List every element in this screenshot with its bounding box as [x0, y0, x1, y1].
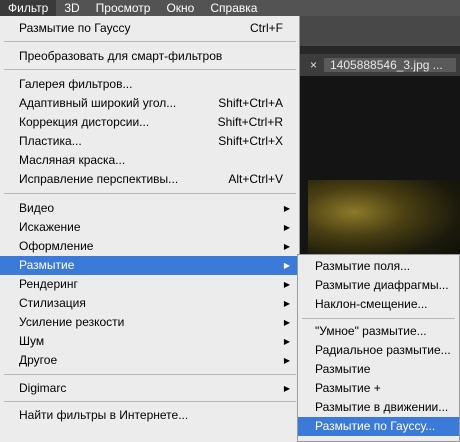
canvas-image	[308, 180, 460, 260]
menu-separator	[4, 401, 296, 402]
submenu-arrow-icon: ▶	[283, 299, 290, 308]
menu-item-label: Digimarc	[19, 381, 67, 395]
menubar-item-filter[interactable]: Фильтр	[0, 0, 57, 16]
menu-item-noise[interactable]: Шум ▶	[0, 332, 299, 351]
submenu-item-field-blur[interactable]: Размытие поля...	[298, 257, 459, 276]
menu-item-find-online[interactable]: Найти фильтры в Интернете...	[0, 406, 299, 425]
menu-separator	[302, 318, 455, 319]
menu-item-shortcut: Shift+Ctrl+R	[217, 115, 283, 129]
document-tab-title: 1405888546_3.jpg ...	[330, 58, 443, 72]
menu-item-shortcut: Shift+Ctrl+A	[218, 96, 283, 110]
close-icon[interactable]: ×	[310, 58, 317, 72]
menu-item-stylize[interactable]: Стилизация ▶	[0, 294, 299, 313]
menu-separator	[4, 69, 296, 70]
menu-item-label: Исправление перспективы...	[19, 172, 179, 186]
menu-item-label: Размытие по Гауссу	[19, 21, 131, 35]
menu-item-label: Найти фильтры в Интернете...	[19, 408, 189, 422]
menu-item-blur[interactable]: Размытие ▶	[0, 256, 299, 275]
menu-item-label: Оформление	[19, 239, 94, 253]
menu-item-digimarc[interactable]: Digimarc ▶	[0, 379, 299, 398]
menu-item-oil-paint[interactable]: Масляная краска...	[0, 151, 299, 170]
menubar-item-help[interactable]: Справка	[202, 0, 265, 16]
submenu-arrow-icon: ▶	[283, 280, 290, 289]
menu-item-other[interactable]: Другое ▶	[0, 351, 299, 370]
menu-separator	[4, 193, 296, 194]
menu-item-label: Размытие	[19, 258, 75, 272]
menu-item-shortcut: Ctrl+F	[250, 21, 283, 35]
menu-item-lens-correction[interactable]: Коррекция дисторсии... Shift+Ctrl+R	[0, 113, 299, 132]
submenu-arrow-icon: ▶	[283, 384, 290, 393]
menu-item-label: Шум	[19, 334, 45, 348]
menu-item-distort[interactable]: Искажение ▶	[0, 218, 299, 237]
document-tab-bar: × 1405888546_3.jpg ...	[300, 54, 460, 76]
menubar-item-view[interactable]: Просмотр	[88, 0, 159, 16]
submenu-item-gaussian-blur[interactable]: Размытие по Гауссу...	[298, 417, 459, 436]
submenu-arrow-icon: ▶	[283, 223, 290, 232]
submenu-item-smart-blur[interactable]: "Умное" размытие...	[298, 322, 459, 341]
submenu-item-motion-blur[interactable]: Размытие в движении...	[298, 398, 459, 417]
blur-submenu: Размытие поля... Размытие диафрагмы... Н…	[297, 254, 460, 442]
menu-item-label: Видео	[19, 201, 55, 215]
menu-item-label: Преобразовать для смарт-фильтров	[19, 49, 223, 63]
menu-item-video[interactable]: Видео ▶	[0, 199, 299, 218]
submenu-item-radial-blur[interactable]: Радиальное размытие...	[298, 341, 459, 360]
menu-item-stylize-design[interactable]: Оформление ▶	[0, 237, 299, 256]
menu-separator	[4, 41, 296, 42]
menu-item-label: Пластика...	[19, 134, 82, 148]
document-tab[interactable]: 1405888546_3.jpg ...	[324, 58, 456, 72]
submenu-arrow-icon: ▶	[283, 261, 290, 270]
menu-item-render[interactable]: Рендеринг ▶	[0, 275, 299, 294]
submenu-arrow-icon: ▶	[283, 318, 290, 327]
menu-item-label: Коррекция дисторсии...	[19, 115, 150, 129]
submenu-arrow-icon: ▶	[283, 356, 290, 365]
options-bar	[300, 16, 460, 46]
menu-item-vanishing-point[interactable]: Исправление перспективы... Alt+Ctrl+V	[0, 170, 299, 189]
menu-item-last-filter[interactable]: Размытие по Гауссу Ctrl+F	[0, 19, 299, 38]
menubar-item-3d[interactable]: 3D	[56, 0, 87, 16]
menu-separator	[4, 374, 296, 375]
menu-item-shortcut: Shift+Ctrl+X	[218, 134, 283, 148]
submenu-item-blur-more[interactable]: Размытие +	[298, 379, 459, 398]
menu-item-label: Стилизация	[19, 296, 86, 310]
menu-item-sharpen[interactable]: Усиление резкости ▶	[0, 313, 299, 332]
menu-item-convert-smart[interactable]: Преобразовать для смарт-фильтров	[0, 47, 299, 66]
submenu-item-blur[interactable]: Размытие	[298, 360, 459, 379]
submenu-arrow-icon: ▶	[283, 337, 290, 346]
menu-item-shortcut: Alt+Ctrl+V	[228, 172, 283, 186]
menu-item-filter-gallery[interactable]: Галерея фильтров...	[0, 75, 299, 94]
menubar: Фильтр 3D Просмотр Окно Справка	[0, 0, 460, 16]
submenu-item-tilt-shift[interactable]: Наклон-смещение...	[298, 295, 459, 314]
menu-item-label: Усиление резкости	[19, 315, 125, 329]
menu-item-liquify[interactable]: Пластика... Shift+Ctrl+X	[0, 132, 299, 151]
menu-item-label: Другое	[19, 353, 58, 367]
filter-menu: Размытие по Гауссу Ctrl+F Преобразовать …	[0, 16, 300, 442]
menu-item-label: Галерея фильтров...	[19, 77, 133, 91]
menu-item-adaptive-wide-angle[interactable]: Адаптивный широкий угол... Shift+Ctrl+A	[0, 94, 299, 113]
menubar-item-window[interactable]: Окно	[158, 0, 202, 16]
menu-item-label: Масляная краска...	[19, 153, 126, 167]
menu-item-label: Адаптивный широкий угол...	[19, 96, 177, 110]
submenu-item-iris-blur[interactable]: Размытие диафрагмы...	[298, 276, 459, 295]
submenu-arrow-icon: ▶	[283, 242, 290, 251]
menu-item-label: Искажение	[19, 220, 81, 234]
menu-item-label: Рендеринг	[19, 277, 78, 291]
submenu-arrow-icon: ▶	[283, 204, 290, 213]
